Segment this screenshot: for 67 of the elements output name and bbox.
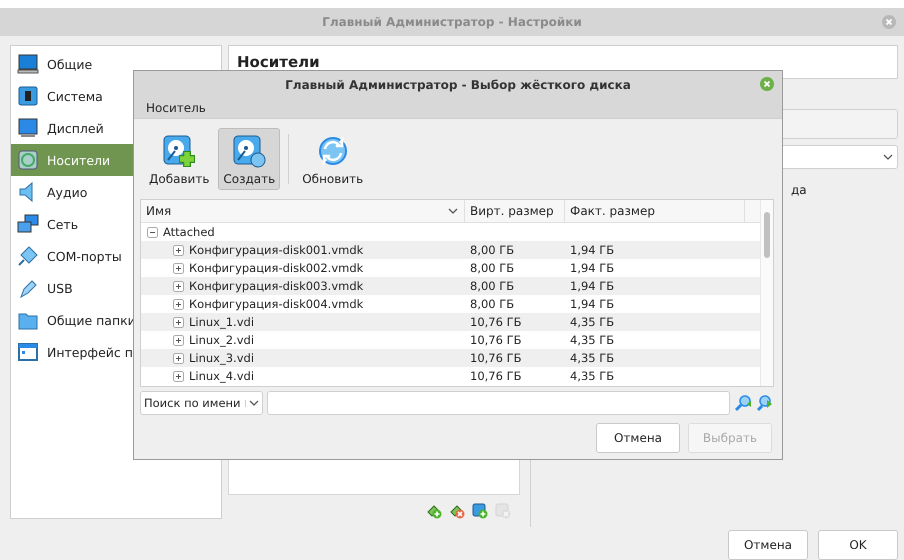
file-name-cell[interactable]: Linux_2.vdi — [189, 333, 254, 347]
toolbar-button[interactable]: Создать — [218, 128, 280, 190]
virtual-size-cell: 10,76 ГБ — [470, 369, 522, 383]
virtual-size-cell: 8,00 ГБ — [470, 279, 514, 293]
dialog-button[interactable]: Отмена — [728, 530, 808, 560]
group-label[interactable]: Attached — [163, 225, 215, 239]
file-name-cell[interactable]: Конфигурация-disk002.vmdk — [189, 261, 364, 275]
virtual-size-cell: 10,76 ГБ — [470, 333, 522, 347]
dialog-title: Главный Администратор - Выбор жёсткого диска — [285, 78, 631, 92]
actual-size-cell: 1,94 ГБ — [570, 279, 614, 293]
display-icon — [17, 117, 39, 139]
plus-toggle-icon[interactable] — [173, 370, 184, 382]
column-header[interactable]: Имя — [141, 200, 465, 222]
actual-size-cell: 4,35 ГБ — [570, 369, 614, 383]
sidebar-item[interactable]: Общие — [11, 48, 221, 80]
plus-toggle-icon[interactable] — [173, 352, 184, 364]
scrollbar-thumb[interactable] — [764, 212, 770, 258]
search-field[interactable] — [266, 391, 730, 415]
chevron-down-icon — [248, 400, 259, 406]
virtual-size-cell: 10,76 ГБ — [470, 315, 522, 329]
file-name-cell[interactable]: Linux_1.vdi — [189, 315, 254, 329]
window-title: Главный Администратор - Настройки — [322, 15, 582, 29]
file-name-cell[interactable]: Конфигурация-disk003.vmdk — [189, 279, 364, 293]
network-icon — [17, 213, 39, 235]
chip-icon — [17, 85, 39, 107]
actual-size-cell: 1,94 ГБ — [570, 243, 614, 257]
file-name-cell[interactable]: Linux_3.vdi — [189, 351, 254, 365]
actual-size-cell: 4,35 ГБ — [570, 351, 614, 365]
menu-item[interactable]: Носитель — [146, 101, 206, 115]
chevron-down-icon — [448, 208, 458, 214]
plus-toggle-icon[interactable] — [173, 298, 184, 310]
monitor-icon — [17, 53, 39, 75]
file-name-cell[interactable]: Linux_4.vdi — [189, 369, 254, 383]
toolbar-button[interactable]: Обновить — [297, 128, 368, 190]
actual-size-cell: 4,35 ГБ — [570, 333, 614, 347]
column-header[interactable]: Факт. размер — [565, 200, 745, 222]
add-controller-icon[interactable] — [426, 503, 443, 520]
search-back-icon[interactable] — [734, 394, 752, 412]
remove-controller-icon[interactable] — [449, 503, 466, 520]
chevron-down-icon — [883, 154, 893, 160]
option-label: да — [791, 183, 808, 197]
minus-toggle-icon[interactable] — [147, 226, 158, 238]
file-name-cell[interactable]: Конфигурация-disk001.vmdk — [189, 243, 364, 257]
search-mode-dropdown[interactable]: Поиск по имени — [140, 391, 263, 415]
page-title: Носители — [237, 53, 320, 71]
close-icon[interactable] — [760, 77, 774, 91]
dialog-button[interactable]: Отмена — [596, 423, 680, 453]
plus-toggle-icon[interactable] — [173, 280, 184, 292]
actual-size-cell: 1,94 ГБ — [570, 297, 614, 311]
window-icon — [17, 341, 39, 363]
actual-size-cell: 4,35 ГБ — [570, 315, 614, 329]
plus-toggle-icon[interactable] — [173, 316, 184, 328]
actual-size-cell: 1,94 ГБ — [570, 261, 614, 275]
plus-toggle-icon[interactable] — [173, 262, 184, 274]
virtual-size-cell: 8,00 ГБ — [470, 243, 514, 257]
plus-toggle-icon[interactable] — [173, 244, 184, 256]
add-attachment-icon[interactable] — [472, 503, 489, 520]
search-forward-icon[interactable] — [756, 394, 774, 412]
disk-new-icon — [231, 132, 268, 168]
virtual-size-cell: 8,00 ГБ — [470, 261, 514, 275]
dialog-button[interactable]: OK — [818, 530, 898, 560]
column-header[interactable]: Вирт. размер — [465, 200, 565, 222]
virtual-size-cell: 8,00 ГБ — [470, 297, 514, 311]
plus-toggle-icon[interactable] — [173, 334, 184, 346]
file-name-cell[interactable]: Конфигурация-disk004.vmdk — [189, 297, 364, 311]
virtual-size-cell: 10,76 ГБ — [470, 351, 522, 365]
disk-plus-icon — [161, 132, 198, 168]
